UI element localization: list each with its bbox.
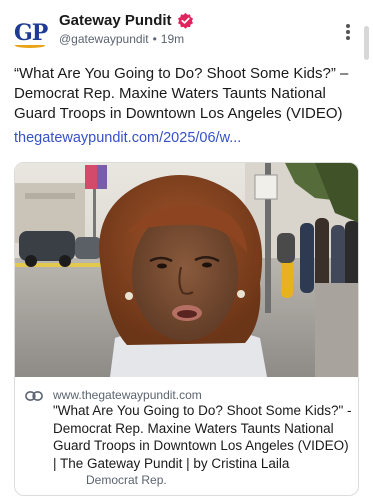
scrollbar[interactable] (364, 26, 369, 60)
avatar-swoosh (15, 43, 45, 48)
card-domain: www.thegatewaypundit.com (53, 388, 202, 402)
timestamp[interactable]: 19m (161, 32, 184, 46)
link-icon (25, 391, 43, 401)
post-text: “What Are You Going to Do? Shoot Some Ki… (14, 65, 349, 122)
post-link[interactable]: thegatewaypundit.com/2025/06/w... (14, 130, 241, 146)
display-name[interactable]: Gateway Pundit (59, 12, 172, 29)
avatar[interactable]: GP (13, 16, 49, 52)
verified-badge-icon (177, 12, 193, 29)
meta-row: @gatewaypundit • 19m (59, 32, 184, 46)
card-title: "What Are You Going to Do? Shoot Some Ki… (53, 403, 352, 471)
post-card: GP Gateway Pundit @gatewaypundit • 19m “… (0, 0, 373, 500)
link-preview-card[interactable]: www.thegatewaypundit.com "What Are You G… (14, 162, 359, 496)
preview-image[interactable] (15, 163, 359, 377)
meta-separator: • (152, 32, 157, 46)
name-row: Gateway Pundit (59, 12, 194, 29)
handle[interactable]: @gatewaypundit (59, 32, 149, 46)
card-tag: Democrat Rep. (86, 473, 167, 487)
more-vertical-icon[interactable] (342, 22, 354, 42)
link-preview-body[interactable]: www.thegatewaypundit.com "What Are You G… (15, 377, 358, 495)
